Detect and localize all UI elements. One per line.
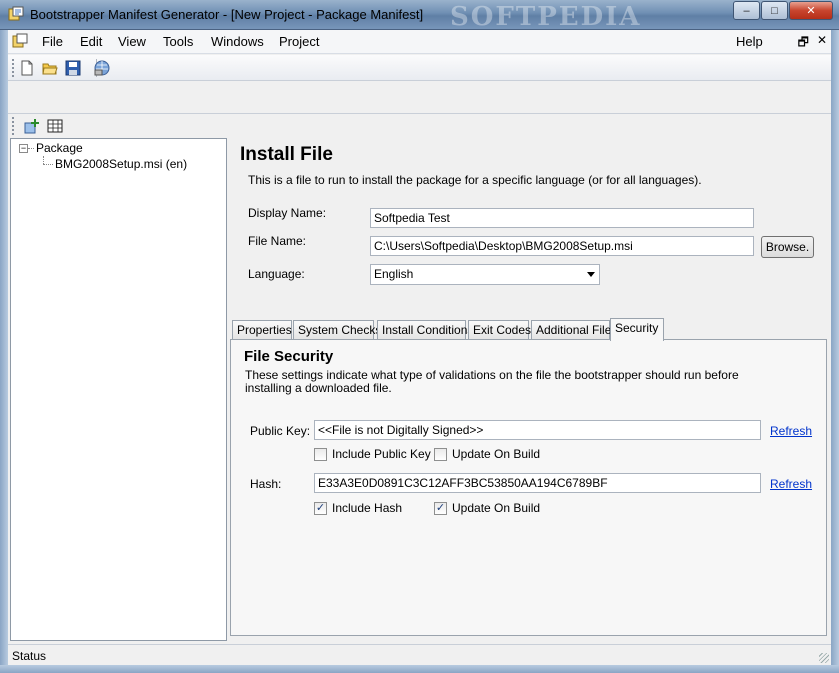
close-button[interactable]: ✕ — [789, 1, 833, 20]
tab-strip: Properties System Checks Install Conditi… — [232, 318, 828, 341]
window-title: Bootstrapper Manifest Generator - [New P… — [30, 7, 424, 22]
tab-system-checks[interactable]: System Checks — [293, 320, 381, 340]
menu-file[interactable]: File — [42, 34, 63, 49]
mdi-restore-button[interactable]: 🗗 — [798, 33, 809, 54]
status-text: Status — [12, 649, 47, 663]
file-security-title: File Security — [244, 348, 334, 365]
tab-properties[interactable]: Properties — [232, 320, 292, 340]
public-key-input[interactable]: <<File is not Digitally Signed>> — [314, 420, 761, 440]
chevron-down-icon — [587, 272, 595, 277]
mdi-buttons: 🗗 ✕ — [798, 33, 827, 54]
tree-node-package[interactable]: Package — [36, 141, 83, 155]
menu-tools[interactable]: Tools — [163, 34, 193, 49]
file-security-description: These settings indicate what type of val… — [245, 368, 739, 395]
menu-windows[interactable]: Windows — [211, 34, 264, 49]
update-hash-checkbox[interactable]: ✓ Update On Build — [434, 501, 540, 515]
menu-view[interactable]: View — [118, 34, 146, 49]
open-file-button[interactable] — [40, 58, 60, 78]
tree-node-install-file[interactable]: BMG2008Setup.msi (en) — [55, 157, 187, 171]
maximize-button[interactable]: □ — [761, 1, 788, 20]
open-folder-icon — [42, 63, 58, 75]
include-hash-label: Include Hash — [332, 501, 403, 515]
security-tab-page: File Security These settings indicate wh… — [230, 339, 827, 636]
window-frame-right — [831, 30, 839, 673]
new-file-icon — [21, 60, 33, 76]
install-file-panel: Install File This is a file to run to in… — [228, 138, 831, 641]
public-key-label: Public Key: — [250, 424, 311, 438]
tab-additional-files[interactable]: Additional Files — [531, 320, 617, 340]
tree-toolbar-grip[interactable] — [12, 117, 15, 135]
update-on-build-label: Update On Build — [452, 501, 541, 515]
toolbar-grip[interactable] — [12, 59, 15, 77]
minimize-button[interactable]: – — [733, 1, 760, 20]
checkbox-box — [314, 447, 327, 461]
page-title: Install File — [240, 144, 333, 165]
save-button[interactable] — [63, 58, 83, 78]
check-icon: ✓ — [434, 501, 447, 515]
menu-bar: File Edit View Tools Windows Project Hel… — [8, 30, 831, 54]
menu-project[interactable]: Project — [279, 34, 319, 49]
window-frame-bottom — [0, 665, 839, 673]
hash-label: Hash: — [250, 477, 282, 491]
tree-line — [43, 156, 44, 164]
language-value: English — [374, 267, 414, 281]
include-public-key-checkbox[interactable]: Include Public Key — [314, 447, 431, 461]
app-icon — [8, 6, 24, 21]
page-description: This is a file to run to install the pac… — [248, 173, 702, 187]
toolbar-area — [8, 82, 831, 114]
check-icon: ✓ — [314, 501, 327, 515]
tree-toolbar — [8, 114, 68, 138]
browse-button[interactable]: Browse. — [761, 236, 814, 258]
caption-buttons: – □ ✕ — [732, 1, 833, 20]
build-globe-icon — [94, 60, 110, 76]
refresh-public-key-link[interactable]: Refresh — [770, 424, 812, 438]
resize-grip[interactable] — [819, 653, 829, 663]
window-frame-left — [0, 30, 8, 673]
save-icon — [65, 60, 81, 76]
display-name-input[interactable]: Softpedia Test — [370, 208, 754, 228]
package-tree[interactable]: − Package BMG2008Setup.msi (en) — [10, 138, 227, 641]
main-toolbar — [8, 55, 831, 81]
display-name-label: Display Name: — [248, 206, 327, 220]
update-public-key-checkbox[interactable]: Update On Build — [434, 447, 540, 461]
add-item-icon — [24, 119, 39, 134]
menu-edit[interactable]: Edit — [80, 34, 102, 49]
new-file-button[interactable] — [17, 58, 37, 78]
tree-collapse-toggle[interactable]: − — [19, 144, 28, 153]
document-icon[interactable] — [12, 33, 28, 49]
language-select[interactable]: English — [370, 264, 600, 285]
refresh-hash-link[interactable]: Refresh — [770, 477, 812, 491]
status-bar: Status — [8, 644, 831, 665]
include-public-key-label: Include Public Key — [332, 447, 431, 461]
include-hash-checkbox[interactable]: ✓ Include Hash — [314, 501, 402, 515]
build-button[interactable] — [92, 58, 112, 78]
menu-help[interactable]: Help — [736, 34, 763, 49]
watermark: SOFTPEDIA — [450, 2, 642, 32]
language-label: Language: — [248, 267, 305, 281]
tab-exit-codes[interactable]: Exit Codes — [468, 320, 531, 340]
tree-line — [43, 164, 53, 165]
tab-install-conditions[interactable]: Install Conditions — [377, 320, 473, 340]
hash-input[interactable]: E33A3E0D0891C3C12AFF3BC53850AA194C6789BF — [314, 473, 761, 493]
mdi-close-button[interactable]: ✕ — [817, 33, 827, 54]
title-bar[interactable]: Bootstrapper Manifest Generator - [New P… — [0, 0, 839, 32]
file-name-label: File Name: — [248, 234, 307, 248]
add-item-button[interactable] — [22, 116, 42, 136]
properties-button[interactable] — [45, 116, 65, 136]
checkbox-box — [434, 447, 447, 461]
update-on-build-label: Update On Build — [452, 447, 541, 461]
file-name-input[interactable]: C:\Users\Softpedia\Desktop\BMG2008Setup.… — [370, 236, 754, 256]
tab-security[interactable]: Security — [610, 318, 664, 341]
grid-icon — [47, 119, 63, 133]
tree-line — [28, 148, 34, 149]
